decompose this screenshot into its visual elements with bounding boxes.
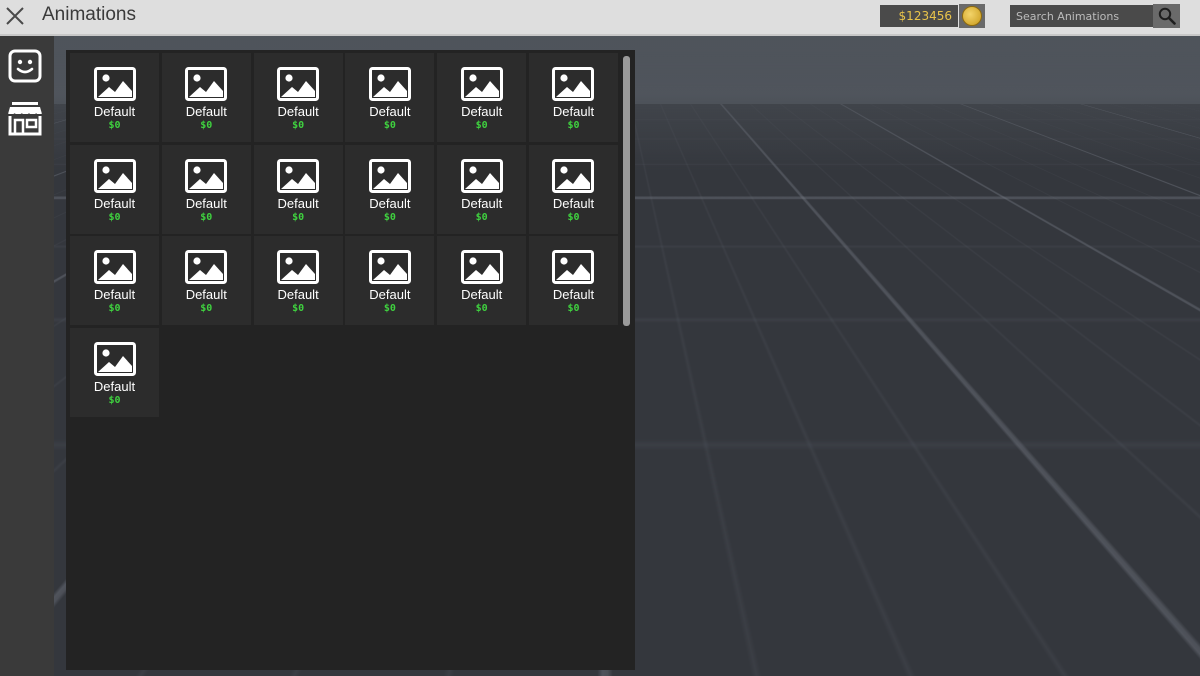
image-placeholder-icon xyxy=(93,67,136,101)
coin-icon xyxy=(959,4,985,28)
image-placeholder-icon xyxy=(185,158,228,193)
animation-price: $0 xyxy=(475,211,488,223)
page-title: Animations xyxy=(42,4,136,25)
animation-name: Default xyxy=(552,195,595,211)
animation-price: $0 xyxy=(567,303,580,314)
close-icon xyxy=(6,7,24,25)
animation-price: $0 xyxy=(200,211,213,223)
detail-body: by Kmate PURCHASE xyxy=(642,590,1196,670)
animation-name: Default xyxy=(552,104,595,119)
animation-item[interactable]: Default $0 xyxy=(70,144,159,234)
sidebar xyxy=(0,36,54,676)
animation-item[interactable]: Default $0 xyxy=(528,144,618,234)
animation-name: Default xyxy=(277,104,319,119)
animation-name: Default xyxy=(93,195,136,211)
search-input[interactable] xyxy=(1010,5,1153,27)
animation-name: Default xyxy=(369,104,411,119)
animation-price: $0 xyxy=(292,120,305,131)
image-placeholder-icon xyxy=(552,250,595,284)
animation-grid: Default $0 Default $0 Default $0 Default… xyxy=(70,53,618,417)
animation-name: Default xyxy=(369,195,411,211)
animation-price: $0 xyxy=(108,303,121,314)
animation-item[interactable]: Default $0 xyxy=(345,236,435,325)
animation-item[interactable]: Default $0 xyxy=(437,144,527,234)
animation-price: $0 xyxy=(475,303,488,314)
top-bar: Animations $123456 xyxy=(0,0,1200,36)
detail-author: by Kmate xyxy=(650,595,710,611)
image-placeholder-icon xyxy=(93,250,136,284)
image-placeholder-icon xyxy=(368,67,411,101)
animation-item[interactable]: Default $0 xyxy=(345,144,435,234)
animation-price: $0 xyxy=(292,211,305,223)
animation-item[interactable]: Default $0 xyxy=(161,144,251,234)
image-placeholder-icon xyxy=(185,250,228,284)
animation-item[interactable]: Default $0 xyxy=(161,236,251,325)
store-icon xyxy=(7,102,43,136)
animation-name: Default xyxy=(461,287,503,302)
detail-panel: Default by Kmate PURCHASE xyxy=(642,563,1196,670)
animation-price: $0 xyxy=(383,303,396,314)
animation-name: Default xyxy=(93,378,136,394)
animation-name: Default xyxy=(185,104,227,119)
search-button[interactable] xyxy=(1153,4,1180,28)
animation-price: $0 xyxy=(383,120,396,131)
animation-name: Default xyxy=(185,287,227,302)
image-placeholder-icon xyxy=(277,67,320,101)
animation-item[interactable]: Default $0 xyxy=(345,53,435,142)
animation-price: $0 xyxy=(200,303,213,314)
animation-item[interactable]: Default $0 xyxy=(528,53,618,142)
sidebar-item-store[interactable] xyxy=(6,98,46,138)
animation-name: Default xyxy=(277,195,319,211)
image-placeholder-icon xyxy=(93,341,136,376)
animation-name: Default xyxy=(277,287,319,302)
sidebar-item-emotes[interactable] xyxy=(6,48,46,88)
animation-item[interactable]: Default $0 xyxy=(253,144,343,234)
animation-name: Default xyxy=(185,195,227,211)
animation-name: Default xyxy=(461,195,503,211)
animation-price: $0 xyxy=(475,120,488,131)
animation-item[interactable]: Default $0 xyxy=(70,53,159,142)
animation-item[interactable]: Default $0 xyxy=(437,236,527,325)
close-button[interactable] xyxy=(4,5,26,27)
animation-name: Default xyxy=(93,104,136,119)
scrollbar-thumb[interactable] xyxy=(623,56,630,326)
currency-balance: $123456 xyxy=(880,5,958,27)
image-placeholder-icon xyxy=(552,158,595,193)
image-placeholder-icon xyxy=(93,158,136,193)
animation-price: $0 xyxy=(292,303,305,314)
animation-item[interactable]: Default $0 xyxy=(161,53,251,142)
animation-item[interactable]: Default $0 xyxy=(70,236,159,325)
image-placeholder-icon xyxy=(185,67,228,101)
search-icon xyxy=(1158,7,1176,25)
animation-name: Default xyxy=(552,287,595,302)
animation-item[interactable]: Default $0 xyxy=(253,236,343,325)
image-placeholder-icon xyxy=(460,158,503,193)
purchase-button[interactable]: PURCHASE xyxy=(1010,635,1187,663)
image-placeholder-icon xyxy=(368,158,411,193)
image-placeholder-icon xyxy=(552,67,595,101)
animation-price: $0 xyxy=(567,120,580,131)
animation-price: $0 xyxy=(200,120,213,131)
animation-price: $0 xyxy=(567,211,580,223)
animation-price: $0 xyxy=(108,120,121,131)
image-placeholder-icon xyxy=(368,250,411,284)
animation-item[interactable]: Default $0 xyxy=(437,53,527,142)
animation-name: Default xyxy=(369,287,411,302)
animation-name: Default xyxy=(93,287,136,302)
animation-name: Default xyxy=(461,104,503,119)
image-placeholder-icon xyxy=(277,158,320,193)
animation-grid-panel: Default $0 Default $0 Default $0 Default… xyxy=(66,50,635,670)
image-placeholder-icon xyxy=(277,250,320,284)
animation-item[interactable]: Default $0 xyxy=(70,327,159,417)
animation-price: $0 xyxy=(383,211,396,223)
animation-price: $0 xyxy=(108,211,121,223)
detail-title: Default xyxy=(642,563,1196,590)
smiley-face-icon xyxy=(8,49,42,83)
animation-item[interactable]: Default $0 xyxy=(253,53,343,142)
image-placeholder-icon xyxy=(460,67,503,101)
animation-item[interactable]: Default $0 xyxy=(528,236,618,325)
animation-price: $0 xyxy=(108,394,121,406)
image-placeholder-icon xyxy=(460,250,503,284)
